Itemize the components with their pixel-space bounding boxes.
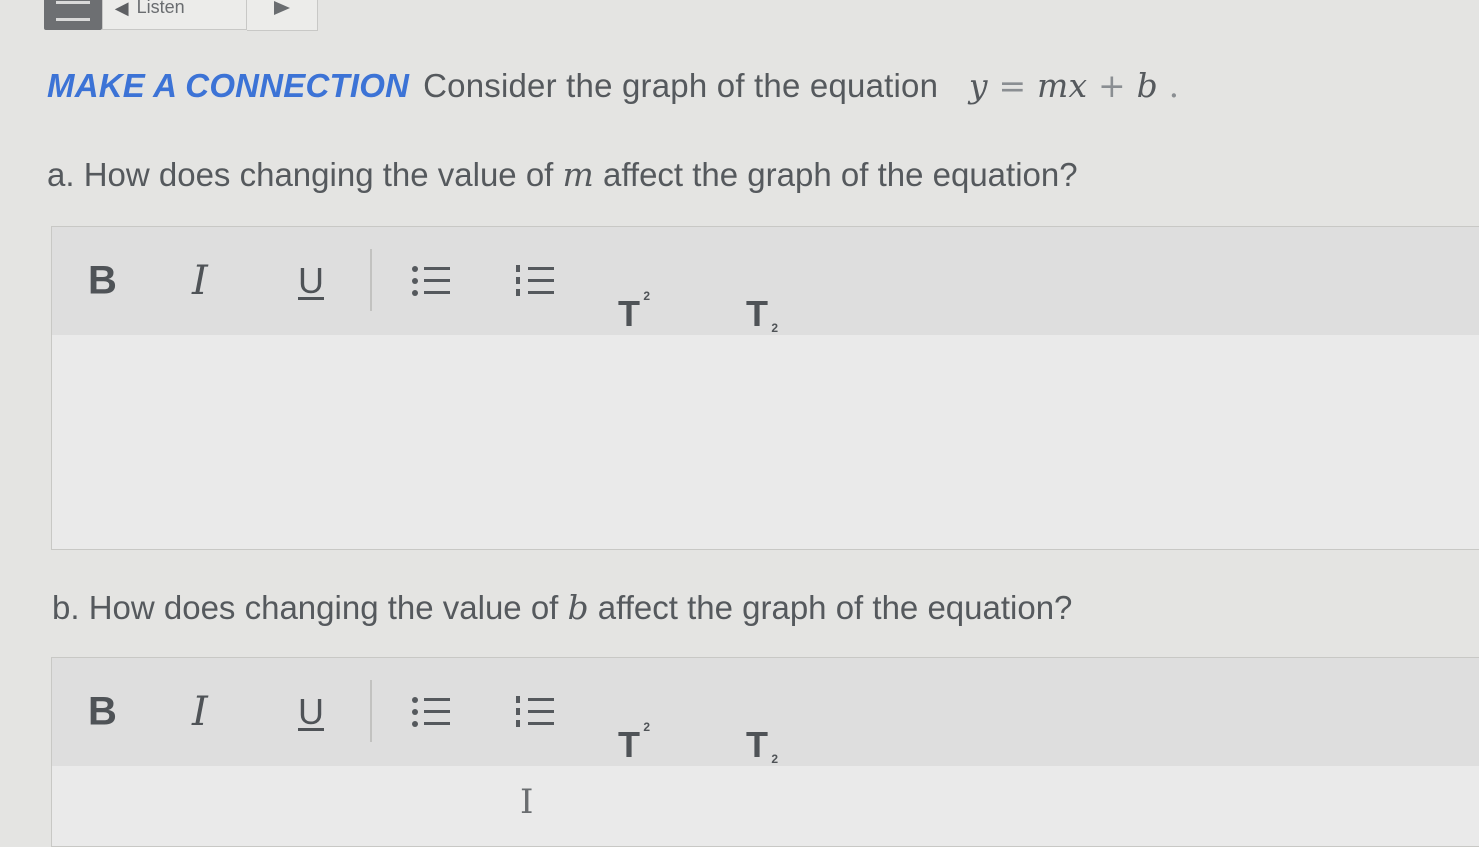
numbered-list-button[interactable] [516,695,554,729]
superscript-label: T [618,293,640,334]
question-a-prefix: a. How does changing the value of [47,156,563,193]
equation-y: y [968,66,988,105]
speaker-icon: ◀ [114,0,129,18]
editor-toolbar: B I U T2 T2 [52,658,1479,766]
underline-button[interactable]: U [298,691,324,733]
bullet-list-button[interactable] [412,264,450,298]
answer-text-area-b[interactable]: I [52,766,1479,846]
superscript-label: T [618,724,640,765]
play-button[interactable] [247,0,319,31]
question-a-variable: m [562,155,594,194]
answer-editor-b: B I U T2 T2 I [51,657,1479,847]
subscript-label: T [746,293,768,334]
toolbar-separator [370,249,372,311]
subscript-button[interactable]: T2 [746,724,778,766]
listen-button[interactable]: ◀ Listen [101,0,248,30]
prompt: MAKE A CONNECTION Consider the graph of t… [47,66,1179,105]
play-icon [274,1,291,15]
question-b-suffix: affect the graph of the equation? [588,589,1073,626]
prompt-kicker: MAKE A CONNECTION [47,67,410,104]
bullet-list-button[interactable] [412,695,450,729]
superscript-button[interactable]: T2 [618,289,650,335]
question-a: a. How does changing the value of m affe… [47,155,1078,194]
editor-toolbar: B I U T2 T2 [52,227,1479,335]
text-cursor-icon: I [520,782,534,822]
underline-button[interactable]: U [298,260,324,302]
superscript-button[interactable]: T2 [618,720,650,766]
subscript-label: T [746,724,768,765]
menu-button[interactable] [44,0,102,30]
question-b-prefix: b. How does changing the value of [52,589,568,626]
superscript-mark: 2 [643,289,650,303]
question-b: b. How does changing the value of b affe… [52,588,1072,627]
subscript-mark: 2 [771,752,778,766]
question-b-variable: b [567,588,589,627]
subscript-button[interactable]: T2 [746,293,778,335]
numbered-list-icon [516,264,554,298]
answer-text-area-a[interactable] [52,335,1479,549]
bullet-list-icon [412,264,450,298]
equation-equals: = [998,66,1027,105]
equation-period: . [1168,66,1180,105]
equation-plus: + [1098,66,1126,105]
prompt-text: Consider the graph of the equation [423,67,939,104]
equation: y = mx + b . [948,66,1180,105]
bold-button[interactable]: B [88,259,117,304]
numbered-list-icon [516,695,554,729]
question-a-suffix: affect the graph of the equation? [593,156,1078,193]
audio-toolbar: ◀ Listen [44,0,319,31]
italic-button[interactable]: I [192,689,208,735]
equation-b: b [1136,66,1158,105]
superscript-mark: 2 [643,720,650,734]
listen-label: Listen [136,0,185,17]
bullet-list-icon [412,695,450,729]
italic-button[interactable]: I [192,258,208,304]
equation-mx: mx [1037,66,1088,105]
answer-editor-a: B I U T2 T2 [51,226,1479,550]
subscript-mark: 2 [771,321,778,335]
toolbar-separator [370,680,372,742]
numbered-list-button[interactable] [516,264,554,298]
bold-button[interactable]: B [88,690,117,735]
menu-icon [55,1,90,21]
